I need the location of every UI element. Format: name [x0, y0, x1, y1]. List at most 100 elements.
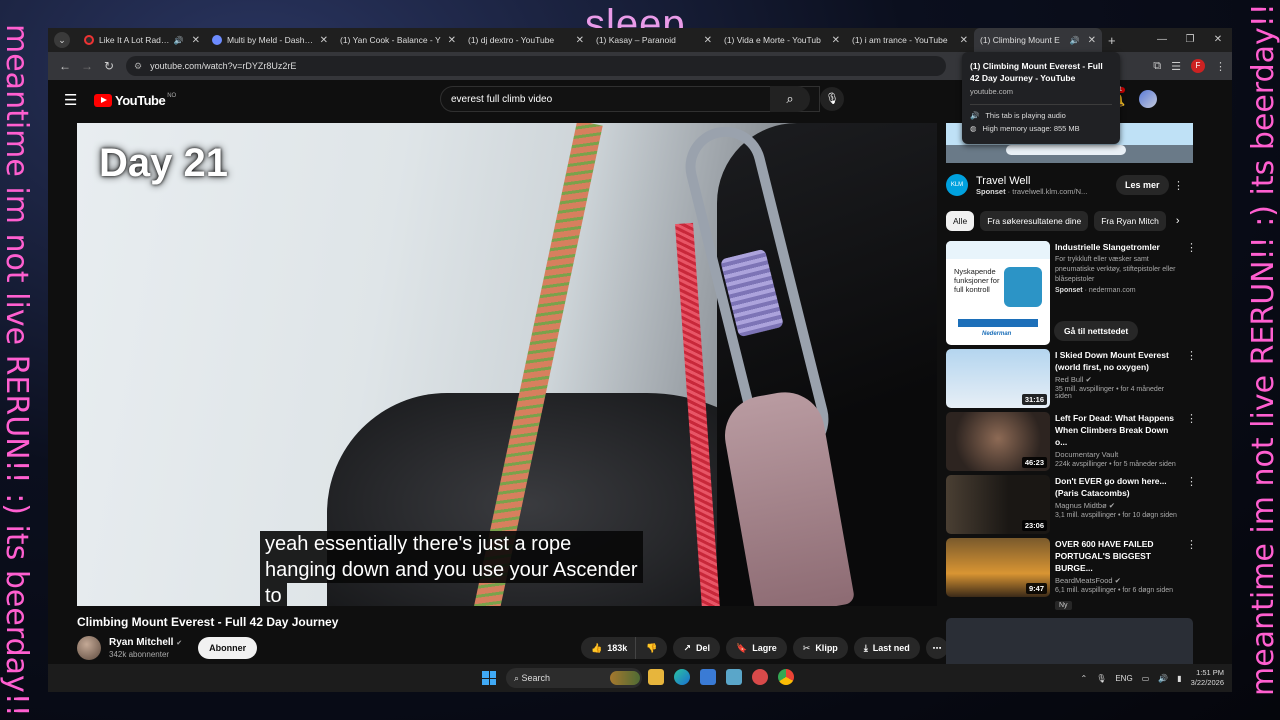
hamburger-icon[interactable]: ☰	[64, 91, 84, 109]
video-player[interactable]: Day 21 yeah essentially there's just a r…	[77, 123, 937, 606]
search-button[interactable]: ⌕	[770, 86, 810, 112]
speaker-icon: 🔊	[970, 111, 980, 120]
mic-icon[interactable]: 🎙	[1096, 674, 1106, 683]
app-icon[interactable]	[752, 669, 768, 685]
site-info-icon[interactable]: ⚙	[134, 61, 142, 72]
new-tab-button[interactable]: +	[1108, 33, 1116, 48]
minimize-icon[interactable]: —	[1148, 28, 1176, 52]
mic-button[interactable]: 🎙	[820, 87, 844, 111]
sponsored-card[interactable]: Nyskapende funksjoner for full kontroll …	[946, 241, 1197, 345]
search-input[interactable]: everest full climb video ✕	[440, 86, 820, 112]
visit-site-button[interactable]: Gå til nettstedet	[1054, 321, 1139, 341]
language-indicator[interactable]: ENG	[1115, 674, 1132, 683]
verified-icon: ✔	[176, 640, 183, 647]
video-thumbnail[interactable]: 31:16	[946, 349, 1050, 408]
overlay-right-text: meantime im not live RERUN!! :) its beer…	[1246, 3, 1280, 696]
ad-thumbnail[interactable]: Nyskapende funksjoner for full kontroll …	[946, 241, 1050, 345]
hover-card-domain: youtube.com	[970, 87, 1013, 96]
speaker-icon[interactable]: 🔊	[1070, 36, 1080, 45]
close-tab-icon[interactable]: ✕	[832, 35, 840, 46]
kebab-menu-icon[interactable]: ⋮	[1173, 179, 1184, 192]
mic-icon: 🎙	[825, 93, 839, 105]
related-video[interactable]: 31:16 I Skied Down Mount Everest (world …	[946, 349, 1197, 408]
store-icon[interactable]	[700, 669, 716, 685]
kebab-menu-icon[interactable]: ⋮	[1186, 475, 1197, 488]
close-tab-icon[interactable]: ✕	[704, 35, 712, 46]
channel-avatar[interactable]	[77, 636, 101, 660]
kebab-menu-icon[interactable]: ⋮	[1186, 241, 1197, 254]
caption-line: to	[260, 583, 287, 606]
video-thumbnail[interactable]: 46:23	[946, 412, 1050, 471]
forward-icon[interactable]: →	[76, 59, 98, 73]
chrome-icon[interactable]	[778, 669, 794, 685]
more-actions-button[interactable]: ⋯	[925, 637, 948, 659]
windows-start-icon[interactable]	[482, 671, 496, 685]
download-button[interactable]: ⤓ Last ned	[853, 637, 920, 659]
speaker-icon[interactable]: 🔊	[174, 36, 184, 45]
tab-3[interactable]: (1) dj dextro - YouTube ✕	[462, 28, 590, 52]
address-bar[interactable]: ⚙ youtube.com/watch?v=rDYZr8Uz2rE	[126, 56, 946, 76]
battery-icon[interactable]: ▮	[1177, 674, 1181, 683]
close-tab-icon[interactable]: ✕	[960, 35, 968, 46]
system-tray: ⌃ 🎙 ENG ▭ 🔊 ▮ 1:51 PM 3/22/2026	[1080, 664, 1224, 692]
reload-icon[interactable]: ↻	[98, 59, 120, 73]
video-thumbnail[interactable]: 23:06	[946, 475, 1050, 534]
share-button[interactable]: ↗ Del	[673, 637, 721, 659]
chip-from-channel[interactable]: Fra Ryan Mitch	[1094, 211, 1166, 231]
kebab-menu-icon[interactable]: ⋮	[1186, 538, 1197, 551]
back-icon[interactable]: ←	[54, 59, 76, 73]
save-button[interactable]: 🔖 Lagre	[726, 637, 787, 659]
ad-card-description: For trykkluft eller væsker samt pneumati…	[1055, 256, 1176, 283]
account-avatar[interactable]	[1139, 90, 1158, 108]
edge-icon[interactable]	[674, 669, 690, 685]
tab-5[interactable]: (1) Vida e Morte - YouTub ✕	[718, 28, 846, 52]
extensions-icon[interactable]: ⧉	[1153, 60, 1161, 73]
channel-name[interactable]: Ryan Mitchell	[109, 637, 173, 648]
close-tab-icon[interactable]: ✕	[576, 35, 584, 46]
clip-button[interactable]: ✂ Klipp	[792, 637, 848, 659]
app-icon[interactable]	[726, 669, 742, 685]
reading-list-icon[interactable]: ☰	[1171, 60, 1181, 73]
close-tab-icon[interactable]: ✕	[192, 35, 200, 46]
windows-taskbar: ⌕ Search ⌃ 🎙 ENG ▭ 🔊 ▮ 1:51 PM 3/22/2026	[48, 664, 1232, 692]
tab-0[interactable]: Like It A Lot Radio – T🔊✕	[78, 28, 206, 52]
like-button[interactable]: 👍 183k	[581, 637, 636, 659]
kebab-menu-icon[interactable]: ⋮	[1186, 349, 1197, 362]
sponsored-ad[interactable]: KLM Travel Well Sponset · travelwell.klm…	[946, 171, 1196, 199]
youtube-logo[interactable]: YouTube NO	[94, 93, 176, 108]
network-icon[interactable]: ▭	[1142, 674, 1150, 683]
maximize-icon[interactable]: ❐	[1176, 28, 1204, 52]
profile-icon[interactable]: F	[1191, 59, 1205, 73]
related-video[interactable]: 23:06 Don't EVER go down here... (Paris …	[946, 475, 1197, 534]
tab-6[interactable]: (1) i am trance - YouTube ✕	[846, 28, 974, 52]
kebab-menu-icon[interactable]: ⋮	[1186, 412, 1197, 425]
tab-7-active[interactable]: (1) Climbing Mount E 🔊 ✕	[974, 28, 1102, 52]
related-video[interactable]: 9:47 OVER 600 HAVE FAILED PORTUGAL'S BIG…	[946, 538, 1197, 612]
clock[interactable]: 1:51 PM 3/22/2026	[1191, 668, 1224, 688]
chevron-right-icon[interactable]: ›	[1176, 215, 1180, 227]
chip-all[interactable]: Alle	[946, 211, 975, 231]
close-tab-icon[interactable]: ✕	[1088, 35, 1096, 46]
close-tab-icon[interactable]: ✕	[320, 35, 328, 46]
volume-icon[interactable]: 🔊	[1158, 674, 1168, 683]
ad-card-title: Industrielle Slangetromler	[1055, 242, 1160, 252]
chip-from-search[interactable]: Fra søkeresultatene dine	[980, 211, 1089, 231]
learn-more-button[interactable]: Les mer	[1116, 175, 1169, 195]
file-explorer-icon[interactable]	[648, 669, 664, 685]
menu-icon[interactable]: ⋮	[1215, 60, 1226, 73]
chevron-up-icon[interactable]: ⌃	[1080, 674, 1087, 683]
radio-icon	[84, 35, 94, 45]
related-video[interactable]: 46:23 Left For Dead: What Happens When C…	[946, 412, 1197, 471]
memory-icon: ◍	[970, 124, 977, 133]
close-tab-icon[interactable]: ✕	[448, 35, 456, 46]
tab-4[interactable]: (1) Kasay – Paranoid ✕	[590, 28, 718, 52]
taskbar-search[interactable]: ⌕ Search	[506, 668, 642, 688]
close-window-icon[interactable]: ✕	[1204, 28, 1232, 52]
tab-search-button[interactable]: ⌄	[54, 32, 70, 48]
subscribe-button[interactable]: Abonner	[198, 637, 258, 659]
tab-2[interactable]: (1) Yan Cook - Balance - Y ✕	[334, 28, 462, 52]
dislike-button[interactable]: 👎	[635, 637, 668, 659]
channel-row: Ryan Mitchell ✔ 342k abonnenter Abonner	[77, 636, 258, 660]
video-thumbnail[interactable]: 9:47	[946, 538, 1050, 597]
tab-1[interactable]: Multi by Meld - Dashboar ✕	[206, 28, 334, 52]
